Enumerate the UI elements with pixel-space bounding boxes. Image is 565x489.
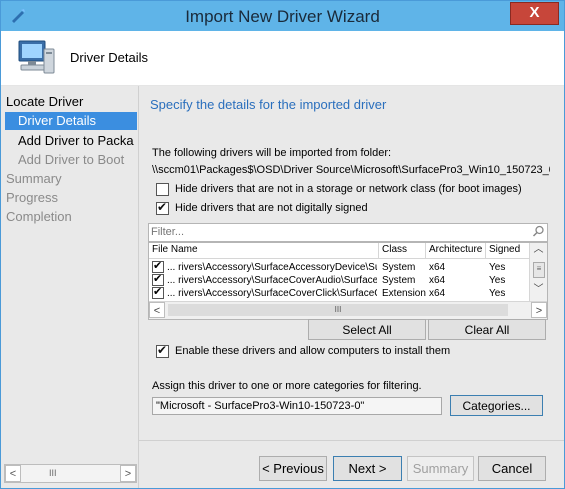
row-architecture: x64 — [429, 288, 446, 299]
scroll-down-icon[interactable]: ﹀ — [530, 283, 547, 297]
table-row[interactable]: ... rivers\Accessory\SurfaceCoverClick\S… — [149, 285, 529, 300]
window-title: Import New Driver Wizard — [185, 7, 380, 26]
hide-storage-label: Hide drivers that are not in a storage o… — [175, 183, 522, 195]
folder-path: \\sccm01\Packages$\OSD\Driver Source\Mic… — [152, 164, 550, 176]
table-row[interactable]: ... rivers\Accessory\SurfaceAccessoryDev… — [149, 259, 529, 274]
enable-drivers-checkbox[interactable] — [156, 343, 169, 358]
select-all-button[interactable]: Select All — [308, 319, 426, 340]
nav-item-add-driver-to-package[interactable]: Add Driver to Packa — [18, 133, 134, 148]
wizard-nav: Locate Driver Driver Details Add Driver … — [1, 86, 139, 488]
row-class: System — [382, 262, 416, 273]
scroll-thumb[interactable]: III — [49, 468, 57, 478]
page-title: Driver Details — [70, 50, 149, 65]
row-checkbox[interactable] — [152, 285, 164, 299]
row-file-name: ... rivers\Accessory\SurfaceCoverClick\S… — [167, 288, 377, 299]
category-label: Assign this driver to one or more catego… — [152, 380, 422, 392]
column-architecture[interactable]: Architecture — [429, 244, 482, 255]
row-class: System — [382, 275, 416, 286]
table-row[interactable]: ... rivers\Accessory\SurfaceCoverAudio\S… — [149, 272, 529, 287]
categories-button[interactable]: Categories... — [450, 395, 543, 416]
computer-icon — [18, 40, 55, 74]
scroll-thumb[interactable]: III — [168, 304, 508, 316]
row-class: Extension — [382, 288, 426, 299]
row-signed: Yes — [489, 262, 506, 273]
scroll-up-icon[interactable]: ︿ — [530, 243, 547, 257]
wizard-header: Driver Details — [1, 31, 564, 86]
content-heading: Specify the details for the imported dri… — [150, 97, 387, 112]
row-architecture: x64 — [429, 275, 446, 286]
driver-grid: File Name Class Architecture Signed ... … — [148, 242, 548, 320]
previous-button[interactable]: < Previous — [259, 456, 327, 481]
summary-button[interactable]: Summary — [407, 456, 474, 481]
wizard-window: Import New Driver Wizard X Driver Detail… — [0, 0, 565, 489]
grid-header: File Name Class Architecture Signed — [149, 243, 529, 259]
folder-label: The following drivers will be imported f… — [152, 147, 392, 159]
column-class[interactable]: Class — [382, 244, 407, 255]
hide-storage-checkbox[interactable] — [156, 183, 169, 196]
row-file-name: ... rivers\Accessory\SurfaceCoverAudio\S… — [167, 275, 377, 286]
row-architecture: x64 — [429, 262, 446, 273]
scroll-left-icon[interactable]: < — [149, 302, 165, 318]
enable-drivers-label: Enable these drivers and allow computers… — [175, 345, 451, 357]
scroll-left-icon[interactable]: < — [5, 465, 21, 482]
nav-item-summary[interactable]: Summary — [6, 171, 62, 186]
scroll-right-icon[interactable]: > — [120, 465, 136, 482]
column-file-name[interactable]: File Name — [152, 244, 198, 255]
nav-item-driver-details[interactable]: Driver Details — [5, 112, 137, 130]
filter-box — [148, 223, 548, 242]
nav-horizontal-scrollbar[interactable]: < III > — [4, 464, 137, 483]
clear-all-button[interactable]: Clear All — [428, 319, 546, 340]
close-button[interactable]: X — [510, 2, 559, 25]
wizard-content: Specify the details for the imported dri… — [139, 86, 564, 488]
hide-unsigned-label: Hide drivers that are not digitally sign… — [175, 202, 368, 214]
footer-divider — [139, 440, 564, 441]
row-file-name: ... rivers\Accessory\SurfaceAccessoryDev… — [167, 262, 377, 273]
search-icon[interactable] — [532, 225, 545, 238]
title-bar[interactable]: Import New Driver Wizard X — [1, 1, 564, 31]
scroll-thumb[interactable]: ≡ — [533, 262, 545, 278]
nav-item-completion[interactable]: Completion — [6, 209, 72, 224]
grid-vertical-scrollbar[interactable]: ︿ ≡ ﹀ — [529, 243, 547, 301]
nav-item-add-driver-to-boot[interactable]: Add Driver to Boot — [18, 152, 124, 167]
cancel-button[interactable]: Cancel — [478, 456, 546, 481]
column-signed[interactable]: Signed — [489, 244, 520, 255]
row-signed: Yes — [489, 275, 506, 286]
row-signed: Yes — [489, 288, 506, 299]
hide-unsigned-checkbox[interactable] — [156, 200, 169, 215]
nav-item-progress[interactable]: Progress — [6, 190, 58, 205]
scroll-right-icon[interactable]: > — [531, 302, 547, 318]
grid-horizontal-scrollbar[interactable]: < III > — [149, 301, 547, 319]
nav-item-locate-driver[interactable]: Locate Driver — [6, 94, 83, 109]
next-button[interactable]: Next > — [333, 456, 402, 481]
category-field: "Microsoft - SurfacePro3-Win10-150723-0" — [152, 397, 442, 415]
filter-input[interactable] — [149, 224, 513, 240]
